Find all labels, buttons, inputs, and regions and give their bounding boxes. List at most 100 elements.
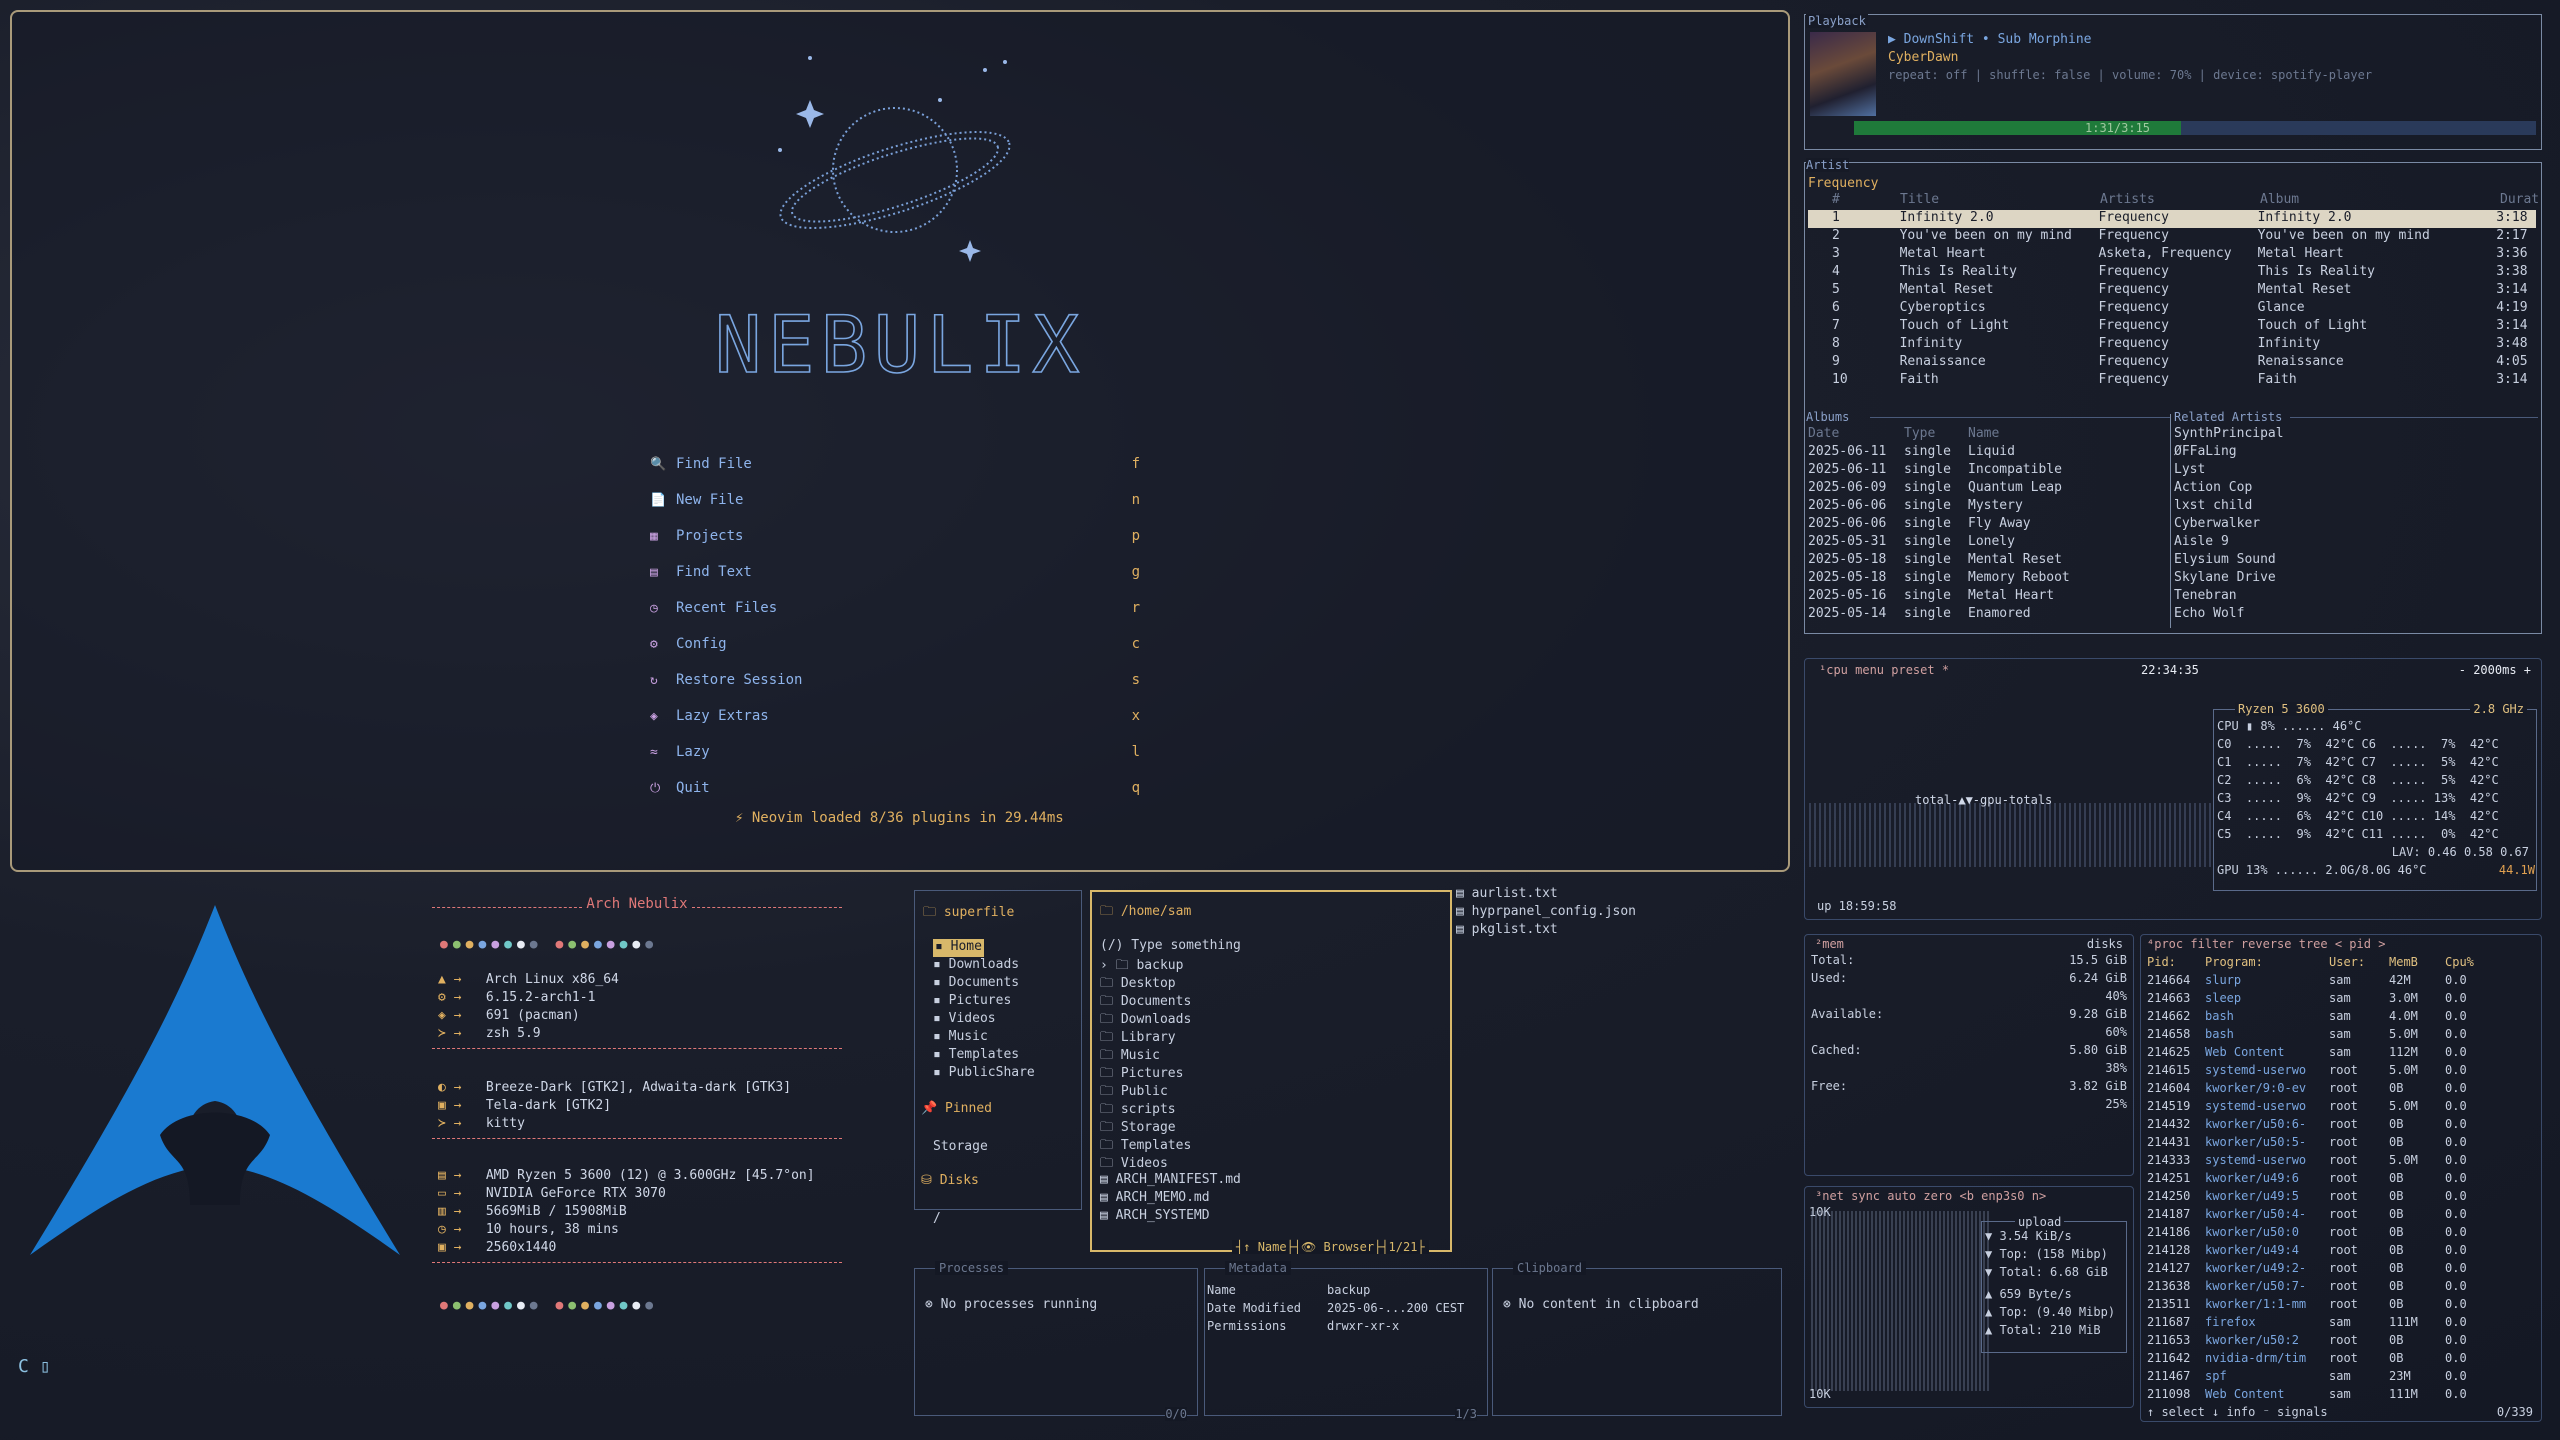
file-item[interactable]: 🗀 Storage: [1100, 1118, 1241, 1136]
proc-row[interactable]: 211098 Web Content sam 111M 0.0: [2147, 1387, 2535, 1405]
file-item[interactable]: 🗀 Downloads: [1100, 1010, 1241, 1028]
proc-row[interactable]: 214128 kworker/u49:4 root 0B 0.0: [2147, 1243, 2535, 1261]
related-artist[interactable]: Lyst: [2174, 462, 2284, 480]
proc-header[interactable]: ⁴proc filter reverse tree < pid >: [2147, 937, 2385, 951]
shell-prompt[interactable]: C ▯: [18, 1356, 51, 1377]
file-item[interactable]: 🗀 Templates: [1100, 1136, 1241, 1154]
related-artist[interactable]: SynthPrincipal: [2174, 426, 2284, 444]
proc-row[interactable]: 213511 kworker/1:1-mm root 0B 0.0: [2147, 1297, 2535, 1315]
mem-header[interactable]: ²mem: [1815, 937, 1844, 951]
album-row[interactable]: 2025-05-18 single Mental Reset: [1808, 552, 2128, 570]
proc-row[interactable]: 214604 kworker/9:0-ev root 0B 0.0: [2147, 1081, 2535, 1099]
proc-row[interactable]: 214187 kworker/u50:4- root 0B 0.0: [2147, 1207, 2535, 1225]
sidebar-item-downloads[interactable]: ▪ Downloads: [933, 957, 1035, 975]
proc-row[interactable]: 214625 Web Content sam 112M 0.0: [2147, 1045, 2535, 1063]
album-row[interactable]: 2025-05-14 single Enamored: [1808, 606, 2128, 624]
album-row[interactable]: 2025-06-09 single Quantum Leap: [1808, 480, 2128, 498]
track-row[interactable]: 8 Infinity Frequency Infinity 3:48: [1808, 336, 2536, 354]
proc-row[interactable]: 214662 bash sam 4.0M 0.0: [2147, 1009, 2535, 1027]
album-row[interactable]: 2025-06-11 single Liquid: [1808, 444, 2128, 462]
proc-row[interactable]: 211642 nvidia-drm/tim root 0B 0.0: [2147, 1351, 2535, 1369]
track-row[interactable]: 7 Touch of Light Frequency Touch of Light 3:…: [1808, 318, 2536, 336]
file-item[interactable]: 🗀 Documents: [1100, 992, 1241, 1010]
file-item[interactable]: 🗀 Desktop: [1100, 974, 1241, 992]
album-row[interactable]: 2025-06-06 single Fly Away: [1808, 516, 2128, 534]
sidebar-item-publicshare[interactable]: ▪ PublicShare: [933, 1065, 1035, 1083]
file-item[interactable]: › 🗀 backup: [1100, 956, 1241, 974]
proc-row[interactable]: 214333 systemd-userwo root 5.0M 0.0: [2147, 1153, 2535, 1171]
related-artist[interactable]: ØFFaLing: [2174, 444, 2284, 462]
album-row[interactable]: 2025-05-31 single Lonely: [1808, 534, 2128, 552]
disks-header[interactable]: disks: [2087, 937, 2123, 951]
track-row[interactable]: 1 Infinity 2.0 Frequency Infinity 2.0 3:18: [1808, 210, 2536, 228]
proc-row[interactable]: 214664 slurp sam 42M 0.0: [2147, 973, 2535, 991]
file-item[interactable]: 🗀 Library: [1100, 1028, 1241, 1046]
proc-footer[interactable]: ↑ select ↓ info ⁻ signals: [2147, 1405, 2328, 1419]
album-row[interactable]: 2025-06-06 single Mystery: [1808, 498, 2128, 516]
file-item[interactable]: ▤ ARCH_SYSTEMD: [1100, 1208, 1241, 1226]
proc-row[interactable]: 214519 systemd-userwo root 5.0M 0.0: [2147, 1099, 2535, 1117]
related-artist[interactable]: Elysium Sound: [2174, 552, 2284, 570]
proc-row[interactable]: 211687 firefox sam 111M 0.0: [2147, 1315, 2535, 1333]
sidebar-item-pictures[interactable]: ▪ Pictures: [933, 993, 1035, 1011]
related-artist[interactable]: Cyberwalker: [2174, 516, 2284, 534]
related-artist[interactable]: Action Cop: [2174, 480, 2284, 498]
file-item[interactable]: ▤ aurlist.txt: [1456, 886, 1636, 904]
menu-item-lazy[interactable]: ≈ Lazy l: [650, 734, 1140, 770]
search-input[interactable]: (/) Type something: [1100, 938, 1241, 953]
proc-row[interactable]: 214250 kworker/u49:5 root 0B 0.0: [2147, 1189, 2535, 1207]
sidebar-item-music[interactable]: ▪ Music: [933, 1029, 1035, 1047]
track-row[interactable]: 2 You've been on my mind Frequency You've b…: [1808, 228, 2536, 246]
track-row[interactable]: 6 Cyberoptics Frequency Glance 4:19: [1808, 300, 2536, 318]
menu-item-recent-files[interactable]: ◷ Recent Files r: [650, 590, 1140, 626]
menu-item-find-text[interactable]: ▤ Find Text g: [650, 554, 1140, 590]
proc-row[interactable]: 214127 kworker/u49:2- root 0B 0.0: [2147, 1261, 2535, 1279]
menu-item-restore-session[interactable]: ↻ Restore Session s: [650, 662, 1140, 698]
album-row[interactable]: 2025-05-16 single Metal Heart: [1808, 588, 2128, 606]
track-row[interactable]: 5 Mental Reset Frequency Mental Reset 3:14: [1808, 282, 2536, 300]
menu-item-find-file[interactable]: 🔍 Find File f: [650, 446, 1140, 482]
sidebar-item-templates[interactable]: ▪ Templates: [933, 1047, 1035, 1065]
proc-row[interactable]: 213638 kworker/u50:7- root 0B 0.0: [2147, 1279, 2535, 1297]
menu-item-new-file[interactable]: 📄 New File n: [650, 482, 1140, 518]
proc-row[interactable]: 214615 systemd-userwo root 5.0M 0.0: [2147, 1063, 2535, 1081]
menu-item-projects[interactable]: ▦ Projects p: [650, 518, 1140, 554]
related-artist[interactable]: Skylane Drive: [2174, 570, 2284, 588]
proc-row[interactable]: 214251 kworker/u49:6 root 0B 0.0: [2147, 1171, 2535, 1189]
proc-row[interactable]: 214432 kworker/u50:6- root 0B 0.0: [2147, 1117, 2535, 1135]
menu-item-quit[interactable]: ⏻ Quit q: [650, 770, 1140, 806]
disk-item[interactable]: /: [933, 1211, 941, 1226]
proc-row[interactable]: 211653 kworker/u50:2 root 0B 0.0: [2147, 1333, 2535, 1351]
cpu-header[interactable]: ¹cpu menu preset *: [1819, 663, 1949, 677]
menu-item-lazy-extras[interactable]: ◈ Lazy Extras x: [650, 698, 1140, 734]
album-row[interactable]: 2025-05-18 single Memory Reboot: [1808, 570, 2128, 588]
file-item[interactable]: 🗀 Music: [1100, 1046, 1241, 1064]
file-item[interactable]: ▤ hyprpanel_config.json: [1456, 904, 1636, 922]
file-item[interactable]: ▤ pkglist.txt: [1456, 922, 1636, 940]
proc-row[interactable]: 211467 spf sam 23M 0.0: [2147, 1369, 2535, 1387]
sidebar-item-home[interactable]: ▪ Home: [933, 939, 984, 957]
menu-item-config[interactable]: ⚙ Config c: [650, 626, 1140, 662]
file-item[interactable]: 🗀 scripts: [1100, 1100, 1241, 1118]
file-item[interactable]: 🗀 Public: [1100, 1082, 1241, 1100]
proc-row[interactable]: 214431 kworker/u50:5- root 0B 0.0: [2147, 1135, 2535, 1153]
progress-bar[interactable]: [1854, 121, 2536, 135]
proc-row[interactable]: 214186 kworker/u50:0 root 0B 0.0: [2147, 1225, 2535, 1243]
pinned-item[interactable]: Storage: [933, 1139, 988, 1154]
file-item[interactable]: 🗀 Videos: [1100, 1154, 1241, 1172]
net-header[interactable]: ³net sync auto zero <b enp3s0 n>: [1815, 1189, 2046, 1203]
album-row[interactable]: 2025-06-11 single Incompatible: [1808, 462, 2128, 480]
sidebar-item-videos[interactable]: ▪ Videos: [933, 1011, 1035, 1029]
related-artist[interactable]: Echo Wolf: [2174, 606, 2284, 624]
related-artist[interactable]: lxst child: [2174, 498, 2284, 516]
related-artist[interactable]: Tenebran: [2174, 588, 2284, 606]
proc-row[interactable]: 214658 bash sam 5.0M 0.0: [2147, 1027, 2535, 1045]
track-row[interactable]: 3 Metal Heart Asketa, Frequency Metal Heart…: [1808, 246, 2536, 264]
related-artist[interactable]: Aisle 9: [2174, 534, 2284, 552]
file-item[interactable]: 🗀 Pictures: [1100, 1064, 1241, 1082]
file-item[interactable]: ▤ ARCH_MANIFEST.md: [1100, 1172, 1241, 1190]
track-row[interactable]: 10 Faith Frequency Faith 3:14: [1808, 372, 2536, 390]
sidebar-item-documents[interactable]: ▪ Documents: [933, 975, 1035, 993]
track-row[interactable]: 4 This Is Reality Frequency This Is Reality…: [1808, 264, 2536, 282]
proc-row[interactable]: 214663 sleep sam 3.0M 0.0: [2147, 991, 2535, 1009]
